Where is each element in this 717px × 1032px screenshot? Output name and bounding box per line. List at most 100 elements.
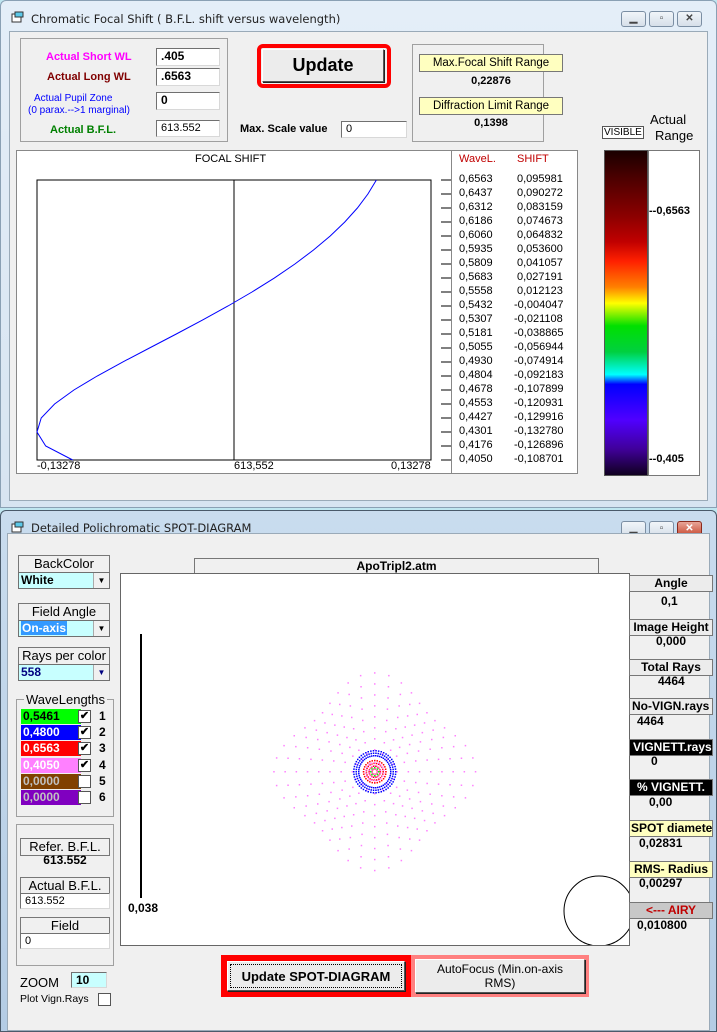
spot-ray [349, 836, 352, 839]
spot-ray [391, 758, 393, 761]
wavelength-field[interactable]: 0,4800 [21, 725, 81, 741]
wavelength-checkbox[interactable] [78, 774, 91, 788]
long-wl-input[interactable]: .6563 [156, 68, 220, 86]
update-button[interactable]: Update [262, 49, 384, 82]
spot-ray [361, 780, 363, 782]
wavelength-checkbox[interactable]: ✔ [78, 742, 91, 756]
wavelength-value: 0,5935 [459, 243, 493, 255]
spot-ray [339, 798, 341, 800]
spot-ray [374, 727, 376, 729]
spot-ray [386, 833, 389, 836]
file-tab[interactable]: ApoTripl2.atm [194, 558, 599, 574]
close-button[interactable]: ✕ [677, 11, 702, 27]
spot-ray [336, 807, 339, 810]
actual-bfl-input[interactable]: 613.552 [20, 893, 110, 909]
autofocus-button[interactable]: AutoFocus (Min.on-axis RMS) [415, 959, 585, 993]
spot-ray [378, 760, 381, 763]
bfl-input[interactable]: 613.552 [156, 120, 220, 137]
spot-ray [385, 788, 387, 791]
spot-ray [354, 778, 356, 781]
spot-ray [370, 791, 372, 794]
spot-ray [452, 796, 455, 798]
backcolor-select[interactable]: White ▼ [18, 572, 110, 589]
spot-ray [357, 783, 359, 785]
plot-vign-label: Plot Vign.Rays [20, 993, 89, 1005]
spot-ray [377, 750, 380, 752]
spot-ray [388, 867, 390, 869]
wavelength-field[interactable]: 0,0000 [21, 773, 81, 789]
field-input[interactable]: 0 [20, 933, 110, 949]
spot-ray [381, 766, 384, 768]
chevron-down-icon[interactable]: ▼ [93, 621, 109, 636]
spot-ray [369, 755, 371, 758]
spot-ray [330, 750, 332, 752]
spot-ray [333, 781, 335, 784]
spot-ray [329, 771, 331, 773]
wavelength-checkbox[interactable]: ✔ [78, 710, 91, 723]
spot-ray [464, 744, 467, 747]
spot-ray [382, 771, 384, 773]
spot-ray [380, 791, 382, 793]
actual-range-label-2: Range [655, 128, 694, 143]
spot-ray [357, 758, 359, 761]
update-spot-diagram-button[interactable]: Update SPOT-DIAGRAM [227, 961, 405, 991]
wavelength-value: 0,6312 [459, 201, 493, 213]
spot-ray [381, 787, 384, 790]
airy-disk-circle [563, 875, 635, 947]
spot-ray [353, 765, 356, 768]
shift-value: -0,056944 [514, 341, 564, 353]
spot-ray [362, 719, 364, 722]
spot-ray [324, 722, 326, 724]
spot-ray [411, 734, 413, 736]
maximize-button[interactable]: ▫ [649, 11, 674, 27]
minimize-button[interactable]: ▁ [621, 11, 646, 27]
spot-ray [373, 755, 375, 757]
spot-ray [372, 752, 375, 754]
spot-ray [379, 769, 382, 772]
spot-ray [362, 753, 365, 755]
spot-ray [384, 775, 386, 778]
spot-ray [351, 771, 354, 773]
spot-ray [357, 779, 360, 782]
spot-ray [370, 752, 372, 755]
chevron-down-icon[interactable]: ▼ [93, 573, 109, 588]
spot-ray [411, 807, 413, 810]
spot-ray [423, 722, 426, 724]
wavelength-checkbox[interactable] [78, 791, 91, 804]
spot-ray [388, 763, 390, 765]
spot-ray [351, 825, 353, 827]
shift-value: 0,027191 [517, 271, 563, 283]
spot-ray [432, 729, 434, 731]
spot-ray [407, 771, 410, 773]
rays-per-color-select[interactable]: 558 ▼ [18, 664, 110, 681]
plot-vign-checkbox[interactable] [98, 993, 111, 1006]
wavelength-checkbox[interactable]: ✔ [78, 726, 91, 740]
spot-ray [293, 807, 295, 809]
spot-ray [365, 752, 367, 754]
max-scale-input[interactable]: 0 [341, 121, 407, 138]
field-angle-select[interactable]: On-axis ▼ [18, 620, 110, 637]
spot-ray [395, 728, 397, 730]
shift-value: -0,132780 [514, 425, 564, 437]
spot-ray [371, 776, 373, 778]
wavelength-field[interactable]: 0,5461 [21, 709, 81, 724]
spot-ray [415, 760, 417, 762]
title-bar[interactable]: Chromatic Focal Shift ( B.F.L. shift ver… [1, 1, 716, 31]
spot-ray [376, 760, 378, 762]
spot-ray [321, 830, 324, 832]
zoom-label: ZOOM [20, 975, 59, 990]
chevron-down-icon[interactable]: ▼ [93, 665, 109, 680]
pupil-zone-input[interactable]: 0 [156, 92, 220, 110]
spot-ray [386, 761, 389, 764]
short-wl-input[interactable]: .405 [156, 48, 220, 66]
wavelength-field[interactable]: 0,4050 [21, 757, 81, 773]
wavelength-field[interactable]: 0,0000 [21, 790, 81, 805]
spot-ray [326, 810, 328, 812]
spot-ray [387, 754, 389, 757]
spot-ray [367, 751, 369, 753]
spot-ray [419, 741, 422, 743]
zoom-input[interactable]: 10 [71, 972, 107, 988]
wavelength-checkbox[interactable]: ✔ [78, 758, 91, 772]
spot-ray [374, 793, 376, 795]
wavelength-field[interactable]: 0,6563 [21, 741, 81, 757]
